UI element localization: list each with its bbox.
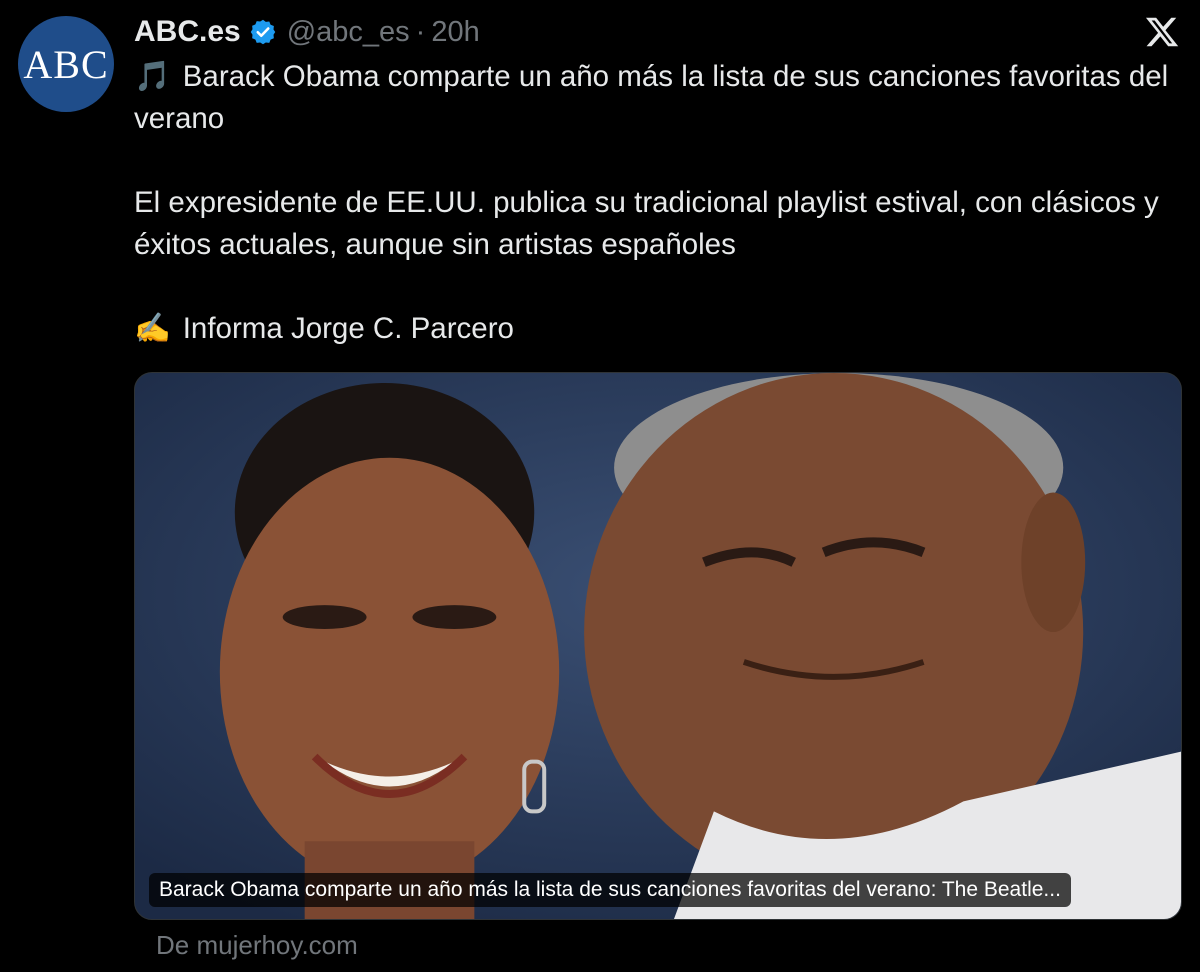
timestamp[interactable]: 20h xyxy=(431,16,479,49)
writing-hand-icon: ✍️ xyxy=(134,312,171,345)
separator-dot: · xyxy=(415,15,426,48)
tweet-line-2: El expresidente de EE.UU. publica su tra… xyxy=(134,186,1159,261)
tweet-header: ABC.es @abc_es · 20h xyxy=(134,14,480,50)
tweet-line-3: Informa Jorge C. Parcero xyxy=(182,312,514,345)
link-card[interactable]: Barack Obama comparte un año más la list… xyxy=(134,372,1182,920)
article-photo xyxy=(135,373,1181,919)
music-note-icon: 🎵 xyxy=(134,60,171,93)
card-source-link[interactable]: De mujerhoy.com xyxy=(156,930,358,961)
display-name[interactable]: ABC.es xyxy=(134,15,241,49)
handle[interactable]: @abc_es xyxy=(287,16,410,49)
tweet-text: 🎵 Barack Obama comparte un año más la lis… xyxy=(134,56,1190,350)
avatar[interactable]: ABC xyxy=(18,16,114,112)
verified-badge-icon xyxy=(249,18,277,46)
card-caption: Barack Obama comparte un año más la list… xyxy=(149,873,1071,907)
x-logo-icon[interactable] xyxy=(1144,14,1180,50)
tweet-line-1: Barack Obama comparte un año más la list… xyxy=(134,60,1169,135)
